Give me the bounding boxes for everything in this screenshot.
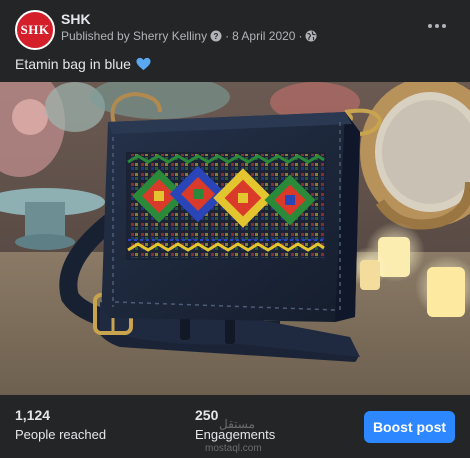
meta-separator-2: ·	[298, 29, 303, 43]
post-meta: Published by Sherry Kelliny ? · 8 April …	[61, 29, 320, 43]
page-avatar[interactable]: SHK	[15, 10, 55, 50]
post-date[interactable]: 8 April 2020	[232, 29, 295, 43]
watermark-arabic: مستقل	[219, 417, 255, 431]
post-card: SHK SHK Published by Sherry Kelliny ? · …	[0, 0, 470, 458]
people-reached-value: 1,124	[15, 407, 51, 423]
boost-post-button[interactable]: Boost post	[364, 411, 455, 443]
more-options-button[interactable]	[420, 12, 454, 40]
question-icon[interactable]: ?	[210, 30, 222, 42]
caption-text: Etamin bag in blue	[15, 56, 131, 72]
globe-icon	[305, 30, 317, 42]
post-photo[interactable]	[0, 82, 470, 395]
more-dot	[435, 24, 439, 28]
blue-heart-icon	[136, 57, 151, 71]
etamin-bag-image	[0, 82, 470, 395]
post-caption: Etamin bag in blue	[15, 56, 151, 72]
avatar-logo-text: SHK	[20, 22, 50, 37]
people-reached-label: People reached	[15, 427, 107, 442]
published-by-text: Published by Sherry Kelliny	[61, 29, 208, 43]
post-header: SHK SHK Published by Sherry Kelliny ? · …	[0, 0, 470, 52]
watermark-domain: mostaql.com	[205, 443, 262, 455]
more-dot	[442, 24, 446, 28]
page-name-link[interactable]: SHK	[61, 11, 91, 27]
watermark: مستقل mostaql.com	[205, 417, 262, 455]
meta-separator: ·	[225, 29, 230, 43]
svg-text:?: ?	[214, 32, 219, 41]
more-horizontal-icon	[428, 24, 432, 28]
